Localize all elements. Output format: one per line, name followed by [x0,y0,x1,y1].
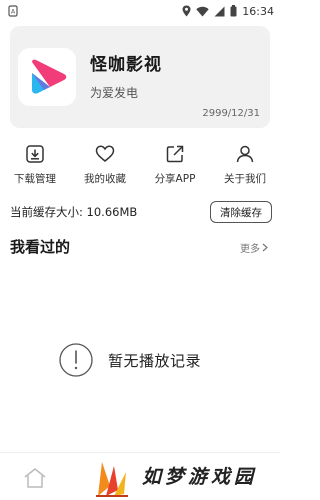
cache-size-text: 当前缓存大小: 10.66MB [10,205,138,219]
clear-cache-button[interactable]: 清除缓存 [210,201,272,223]
download-icon [26,145,44,163]
history-header: 我看过的 更多 [0,236,280,258]
wifi-icon [196,6,209,16]
about-us-button[interactable]: 关于我们 [210,144,280,192]
signal-icon [214,6,225,16]
svg-text:A: A [11,9,16,16]
notification-icon: A [8,5,18,17]
cache-row: 当前缓存大小: 10.66MB 清除缓存 [0,200,280,224]
quick-actions: 下载管理 我的收藏 分享APP 关于我们 [0,144,280,192]
heart-icon [95,145,115,162]
watermark: 如梦游戏园 [92,454,280,500]
app-slogan: 为爱发电 [90,86,139,100]
info-circle-icon [59,343,93,377]
more-link[interactable]: 更多 [240,240,268,255]
app-logo [18,48,76,106]
empty-history-text: 暂无播放记录 [108,351,202,370]
more-label: 更多 [240,244,260,255]
app-date: 2999/12/31 [202,108,260,119]
about-us-label: 关于我们 [224,173,266,185]
my-favorites-button[interactable]: 我的收藏 [70,144,140,192]
history-title: 我看过的 [10,238,71,256]
status-right: 16:34 [182,5,274,18]
status-left: A [8,5,18,17]
home-icon[interactable] [22,465,48,491]
my-favorites-label: 我的收藏 [84,173,126,185]
share-app-button[interactable]: 分享APP [140,144,210,192]
download-manager-button[interactable]: 下载管理 [0,144,70,192]
watermark-text: 如梦游戏园 [142,466,258,488]
status-time: 16:34 [242,4,274,18]
share-icon [166,145,184,163]
watermark-logo-icon [96,462,128,497]
app-name: 怪咖影视 [90,55,162,75]
app-info-card: 怪咖影视 为爱发电 2999/12/31 [10,26,270,128]
status-bar: A 16:34 [0,0,280,22]
download-manager-label: 下载管理 [14,173,56,185]
app-logo-icon [32,59,67,94]
chevron-right-icon [262,243,268,252]
location-icon [182,5,191,17]
user-icon [236,145,254,163]
empty-history-state: 暂无播放记录 [58,342,201,378]
share-app-label: 分享APP [154,173,196,185]
battery-icon [230,5,237,17]
